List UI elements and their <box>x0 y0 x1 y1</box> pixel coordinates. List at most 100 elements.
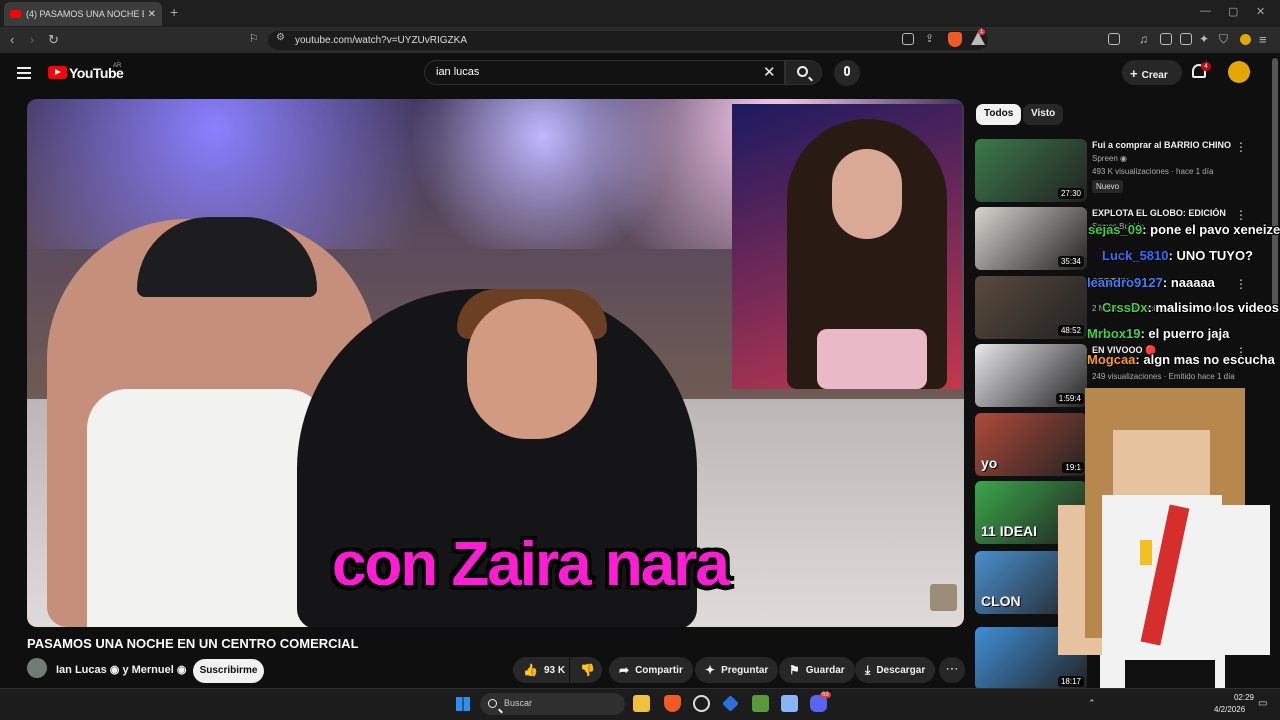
reload-icon[interactable]: ↻ <box>48 32 59 48</box>
save-button[interactable]: ⚑ Guardar <box>779 657 855 683</box>
channel-watermark[interactable] <box>930 584 957 611</box>
video-player[interactable]: con Zaira nara <box>27 99 964 627</box>
vegas-icon[interactable] <box>781 695 798 712</box>
minecraft-arm-right <box>1222 505 1270 655</box>
chip-visto[interactable]: Visto <box>1023 104 1064 125</box>
maximize-icon[interactable]: ▢ <box>1228 5 1238 18</box>
save-label: Guardar <box>805 664 845 676</box>
taskbar-time[interactable]: 02:29 <box>1226 693 1254 702</box>
scrollbar[interactable] <box>1272 58 1278 308</box>
video-caption: con Zaira nara <box>332 530 730 599</box>
related-thumbnail[interactable]: 1:59:4 <box>975 344 1087 407</box>
dislike-button[interactable]: 👎 <box>570 657 602 683</box>
chat-username: CrssDx <box>1102 300 1148 315</box>
related-more-icon[interactable]: ⋮ <box>1235 208 1247 222</box>
minimize-icon[interactable]: — <box>1200 5 1211 17</box>
thumbs-down-icon: 👎 <box>580 663 595 677</box>
share-icon: ➦ <box>619 663 630 677</box>
download-button[interactable]: ⤓ Descargar <box>855 657 936 683</box>
cast-icon[interactable] <box>902 33 914 45</box>
chip-todos[interactable]: Todos <box>976 104 1022 125</box>
thumbnail-text: CLON <box>981 593 1021 609</box>
chat-username: Mogcaa <box>1087 352 1136 367</box>
related-more-icon[interactable]: ⋮ <box>1235 140 1247 154</box>
menu-icon[interactable]: ≡ <box>1259 32 1267 47</box>
hamburger-menu-icon[interactable] <box>17 67 31 79</box>
brave-shield-icon[interactable] <box>948 32 962 47</box>
bookmark-icon[interactable]: ⚐ <box>249 32 259 45</box>
youtube-logo-icon[interactable] <box>48 66 67 79</box>
chat-text: : algn mas no escucha <box>1135 352 1275 367</box>
site-info-icon[interactable]: ⚙ <box>276 32 285 43</box>
channel-avatar[interactable] <box>27 658 47 678</box>
bookmark-save-icon: ⚑ <box>789 663 800 677</box>
wallet-icon[interactable] <box>1108 33 1120 45</box>
subscribe-button[interactable]: Suscribirme <box>193 659 264 683</box>
obs-icon[interactable] <box>693 695 710 712</box>
related-more-icon[interactable]: ⋮ <box>1235 277 1247 291</box>
back-icon[interactable]: ‹ <box>10 32 14 47</box>
channel-name[interactable]: Ian Lucas ◉ y Mernuel ◉ <box>56 663 186 676</box>
related-thumbnail[interactable]: 48:52 <box>975 276 1087 339</box>
minecraft-face <box>1113 430 1210 495</box>
clear-search-icon[interactable]: ✕ <box>763 63 776 81</box>
minecraft-icon[interactable] <box>752 695 769 712</box>
url-field[interactable]: youtube.com/watch?v=UYZUvRIGZKA <box>268 31 988 50</box>
like-count: 93 K <box>543 664 566 676</box>
related-channel[interactable]: Spreen ◉ <box>1092 154 1127 163</box>
related-title[interactable]: Fui a comprar al BARRIO CHINO <box>1092 140 1237 150</box>
plus-icon: + <box>1130 66 1138 81</box>
sidebar-toggle-icon[interactable] <box>1160 33 1172 45</box>
new-tab-button[interactable]: + <box>170 4 178 20</box>
extensions-icon[interactable]: ✦ <box>1199 32 1209 46</box>
tray-chevron-icon[interactable]: ⌃ <box>1088 698 1096 709</box>
share-page-icon[interactable]: ⇪ <box>925 32 934 45</box>
video-duration: 27:30 <box>1057 188 1084 199</box>
create-button[interactable]: + Crear <box>1122 60 1182 85</box>
notification-center-icon[interactable]: ▭ <box>1258 698 1267 709</box>
chat-message: sejas_09: pone el pavo xeneize <box>1088 222 1280 237</box>
related-thumbnail[interactable]: 19:1 yo <box>975 413 1087 476</box>
thumbnail-text: 11 IDEAI <box>981 523 1038 539</box>
wallet-extension-icon[interactable] <box>1180 33 1192 45</box>
forward-icon[interactable]: › <box>30 32 34 47</box>
new-badge: Nuevo <box>1092 180 1124 193</box>
voice-search-button[interactable] <box>834 60 860 86</box>
file-explorer-icon[interactable] <box>633 695 650 712</box>
search-button[interactable] <box>785 60 822 85</box>
minecraft-badge <box>1140 540 1152 565</box>
search-input[interactable]: ian lucas <box>424 60 785 85</box>
video-duration: 18:17 <box>1057 676 1084 687</box>
taskbar-date[interactable]: 4/2/2026 <box>1214 705 1245 714</box>
taskbar-search[interactable]: Buscar <box>480 693 625 715</box>
share-button[interactable]: ➦ Compartir <box>609 657 693 683</box>
chat-message: Luck_5810: UNO TUYO? <box>1102 248 1253 263</box>
discord-badge: 69 <box>820 692 831 698</box>
ask-button[interactable]: ✦ Preguntar <box>695 657 779 683</box>
chat-text: : pone el pavo xeneize <box>1142 222 1280 237</box>
profile-icon[interactable] <box>1240 34 1251 45</box>
video-duration: 19:1 <box>1062 462 1084 473</box>
mic-icon <box>844 66 850 76</box>
taskbar-search-label: Buscar <box>504 698 533 708</box>
browser-tab-bar <box>0 0 1280 27</box>
vpn-shield-icon[interactable]: ⛉ <box>1219 32 1228 47</box>
related-thumbnail[interactable]: 27:30 <box>975 139 1087 202</box>
brave-taskbar-icon[interactable] <box>664 695 681 712</box>
chat-message: Mrbox19: el puerro jaja <box>1087 326 1229 341</box>
video-duration: 1:59:4 <box>1055 393 1084 404</box>
close-tab-icon[interactable]: ✕ <box>148 9 156 20</box>
more-actions-icon[interactable]: ⋯ <box>939 657 965 683</box>
related-title[interactable]: EXPLOTA EL GLOBO: EDICIÓN <box>1092 208 1237 218</box>
country-code: AR <box>113 63 122 69</box>
close-window-icon[interactable]: ✕ <box>1256 5 1265 18</box>
video-duration: 35:34 <box>1057 256 1084 267</box>
related-thumbnail[interactable]: 35:34 <box>975 207 1087 270</box>
like-button[interactable]: 👍 93 K <box>513 657 569 683</box>
thumbs-up-icon: 👍 <box>523 663 538 677</box>
account-avatar[interactable] <box>1228 61 1250 83</box>
windows-start-icon[interactable] <box>456 697 470 711</box>
download-icon: ⤓ <box>865 662 871 677</box>
music-icon[interactable]: ♫ <box>1139 32 1148 46</box>
browser-tab[interactable]: (4) PASAMOS UNA NOCHE EN UN CENTRO COMER… <box>4 2 162 26</box>
